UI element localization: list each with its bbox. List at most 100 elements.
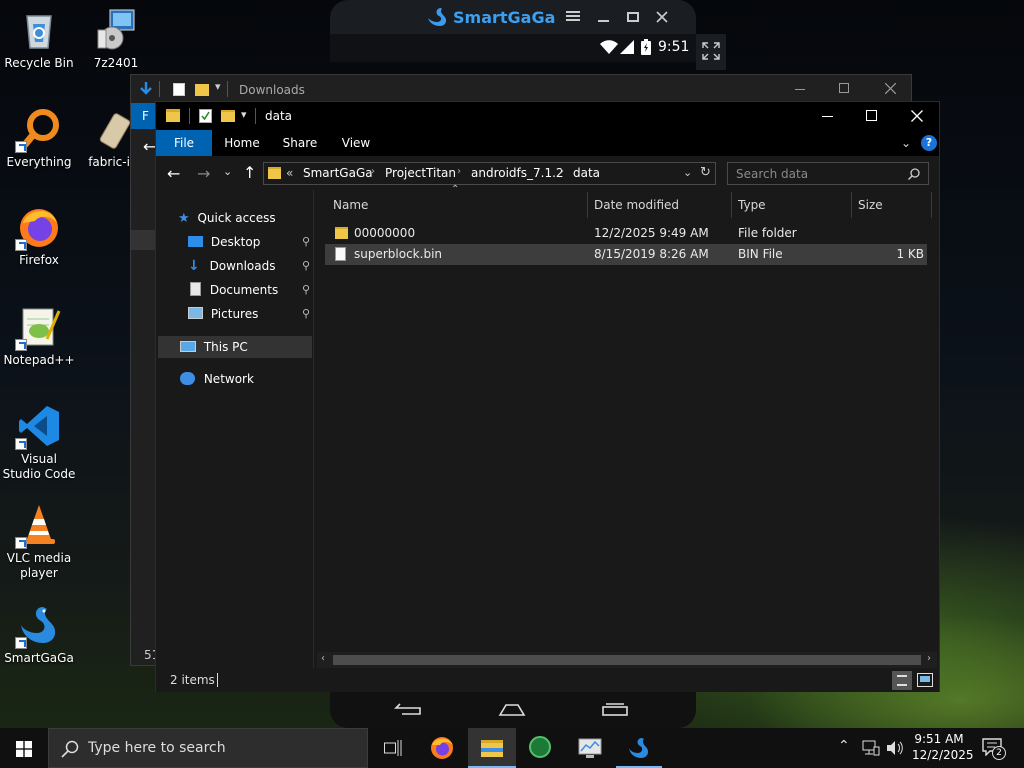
back-maximize-icon[interactable] <box>839 83 849 93</box>
app-circle-icon <box>529 736 551 758</box>
pin-icon[interactable]: ⚲ <box>302 231 310 253</box>
properties-icon[interactable] <box>199 109 212 123</box>
address-dropdown-icon[interactable]: ⌄ <box>683 166 692 179</box>
taskbar-file-explorer[interactable] <box>468 728 516 768</box>
search-icon <box>61 740 79 758</box>
back-minimize-icon[interactable] <box>795 89 805 90</box>
quick-access-toolbar-dropdown-icon[interactable]: ▾ <box>215 80 221 93</box>
scrollbar-thumb[interactable] <box>333 655 921 665</box>
android-home-icon[interactable] <box>498 702 526 716</box>
details-view-button[interactable] <box>892 671 912 690</box>
column-header-size[interactable]: Size <box>858 190 883 220</box>
address-segment-androidfs[interactable]: androidfs_7.1.2 <box>471 166 564 180</box>
taskbar-smartgaga[interactable] <box>616 728 662 768</box>
desktop-icon-notepad-plus-plus[interactable]: Notepad++ <box>1 305 77 368</box>
large-icons-view-button[interactable] <box>917 673 933 687</box>
emulator-maximize-icon[interactable] <box>627 12 639 22</box>
nav-item-documents[interactable]: Documents ⚲ <box>188 279 310 301</box>
breadcrumb-separator-icon[interactable]: › <box>457 166 461 177</box>
taskbar-firefox[interactable] <box>420 728 464 768</box>
taskbar-app-monitor[interactable] <box>568 728 612 768</box>
desktop-icon-7z2401[interactable]: 7z2401 <box>78 8 154 71</box>
emulator-minimize-icon[interactable] <box>598 20 609 22</box>
help-icon[interactable]: ? <box>921 135 937 151</box>
ribbon-tabs: File Home Share View ⌄ ? <box>156 130 939 156</box>
column-header-date-modified[interactable]: Date modified <box>594 190 679 220</box>
minimize-icon[interactable] <box>822 116 833 117</box>
expand-ribbon-chevron-icon[interactable]: ⌄ <box>901 136 911 150</box>
column-header-type[interactable]: Type <box>738 190 766 220</box>
pin-icon[interactable]: ⚲ <box>302 279 310 301</box>
maximize-icon[interactable] <box>866 110 877 121</box>
start-button[interactable] <box>0 728 48 768</box>
search-box[interactable]: Search data <box>727 162 929 185</box>
monitor-icon <box>578 738 602 758</box>
nav-quick-access[interactable]: ★ Quick access <box>178 207 276 229</box>
nav-item-pictures[interactable]: Pictures ⚲ <box>188 303 310 325</box>
taskbar-search-box[interactable]: Type here to search <box>48 728 368 768</box>
address-segment-smartgaga[interactable]: SmartGaGa <box>303 166 373 180</box>
shortcut-arrow-icon <box>15 339 27 351</box>
back-file-tab[interactable]: F <box>131 103 156 129</box>
back-arrow-icon[interactable]: ← <box>167 164 180 183</box>
clock[interactable]: 9:51 AM 12/2/2025 <box>912 731 974 763</box>
android-back-icon[interactable] <box>394 702 422 716</box>
tab-share[interactable]: Share <box>276 130 324 156</box>
address-overflow-chevron[interactable]: « <box>286 166 293 180</box>
forward-arrow-icon[interactable]: → <box>197 164 210 183</box>
title-bar[interactable]: ▾ data <box>156 102 939 130</box>
desktop-icon-vlc[interactable]: VLC media player <box>1 503 77 581</box>
tab-view[interactable]: View <box>334 130 378 156</box>
nav-network[interactable]: Network <box>180 368 254 390</box>
scroll-left-icon[interactable]: ‹ <box>321 653 325 664</box>
desktop-icon-vscode[interactable]: Visual Studio Code <box>1 404 77 482</box>
tab-home[interactable]: Home <box>219 130 265 156</box>
new-folder-icon[interactable] <box>221 110 235 122</box>
quick-access-toolbar-dropdown-icon[interactable]: ▾ <box>241 108 247 121</box>
volume-icon[interactable] <box>886 740 904 756</box>
desktop-icon-smartgaga[interactable]: SmartGaGa <box>1 603 77 666</box>
pin-icon[interactable]: ⚲ <box>302 303 310 325</box>
tab-file[interactable]: File <box>156 130 212 156</box>
android-recents-icon[interactable] <box>601 702 629 716</box>
scroll-right-icon[interactable]: › <box>927 653 931 664</box>
desktop-icon-everything[interactable]: Everything <box>1 107 77 170</box>
nav-item-desktop[interactable]: Desktop ⚲ <box>188 231 310 253</box>
nav-this-pc[interactable]: This PC <box>180 336 248 358</box>
network-icon <box>180 372 195 385</box>
desktop-icon-recycle-bin[interactable]: Recycle Bin <box>1 8 77 71</box>
breadcrumb-separator-icon[interactable]: › <box>371 166 375 177</box>
action-center-button[interactable]: 2 <box>980 736 1008 762</box>
emulator-close-icon[interactable] <box>656 11 668 23</box>
close-icon[interactable] <box>911 110 923 122</box>
back-close-icon[interactable] <box>885 83 896 94</box>
menu-icon[interactable] <box>566 9 580 23</box>
breadcrumb-separator-icon[interactable]: › <box>560 166 564 177</box>
properties-icon[interactable] <box>173 83 185 96</box>
column-header-name[interactable]: Name <box>333 190 368 220</box>
task-view-button[interactable] <box>372 728 412 768</box>
table-row[interactable]: 00000000 12/2/2025 9:49 AM File folder <box>327 223 927 244</box>
address-segment-projecttitan[interactable]: ProjectTitan <box>385 166 456 180</box>
fullscreen-icon[interactable] <box>702 42 720 60</box>
up-arrow-icon[interactable]: ↑ <box>243 163 256 182</box>
document-icon <box>190 282 201 296</box>
pin-icon[interactable]: ⚲ <box>302 255 310 277</box>
nav-item-downloads[interactable]: ↓ Downloads ⚲ <box>188 255 310 277</box>
navigation-pane: ★ Quick access Desktop ⚲ ↓ Downloads ⚲ D… <box>156 190 314 668</box>
table-row[interactable]: superblock.bin 8/15/2019 8:26 AM BIN Fil… <box>325 244 927 265</box>
address-segment-data[interactable]: data <box>573 166 600 180</box>
taskbar-search-placeholder[interactable]: Type here to search <box>88 740 226 756</box>
new-folder-icon[interactable] <box>195 84 209 96</box>
refresh-icon[interactable]: ↻ <box>700 165 711 180</box>
search-icon[interactable] <box>908 168 920 180</box>
taskbar-app-green[interactable] <box>518 728 562 768</box>
search-placeholder[interactable]: Search data <box>736 167 808 181</box>
network-icon[interactable] <box>862 740 880 756</box>
file-explorer-window[interactable]: ▾ data File Home Share View ⌄ ? ← → ⌄ ↑ … <box>155 101 940 692</box>
desktop-icon-firefox[interactable]: Firefox <box>1 205 77 268</box>
recent-locations-chevron-icon[interactable]: ⌄ <box>223 165 232 178</box>
horizontal-scrollbar[interactable]: ‹ › <box>317 652 937 668</box>
show-hidden-icons-chevron-icon[interactable]: ⌃ <box>838 738 850 754</box>
address-bar[interactable]: « SmartGaGa › ProjectTitan › androidfs_7… <box>263 162 716 185</box>
